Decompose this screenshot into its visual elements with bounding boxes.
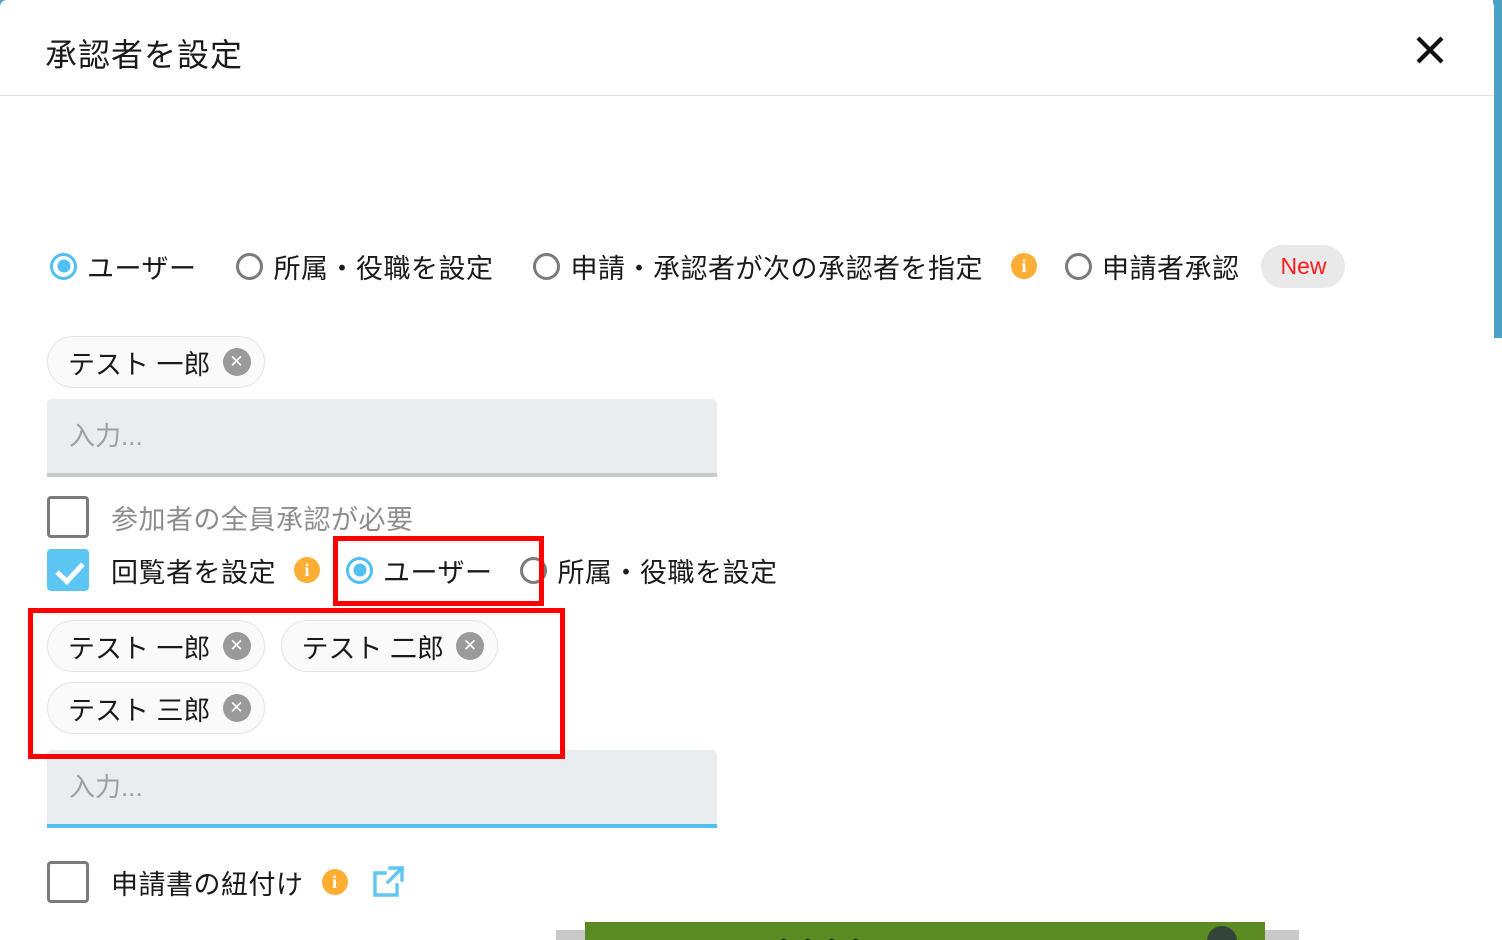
background-green-bar-text: ・・・・ [773,926,869,940]
info-icon[interactable]: i [321,869,348,895]
link-application-form-label: 申請書の紐付け [111,869,304,900]
radio-label: ユーザー [383,557,493,588]
background-gray-strip-right [1265,930,1299,940]
radio-approver-type-applicant-approval[interactable]: 申請者承認 [1064,247,1240,286]
chip-item[interactable]: テスト 一郎 ✕ [47,620,265,672]
background-gray-strip-left [556,930,586,940]
radio-label: 所属・役職を設定 [273,253,494,284]
radio-unselected-icon [533,252,561,280]
radio-label: 所属・役職を設定 [557,557,778,588]
radio-label: 申請・承認者が次の承認者を指定 [570,253,983,284]
approver-type-radio-group: ユーザー 所属・役職を設定 申請・承認者が次の承認者を指定 i 申請者承認 Ne… [50,244,1346,288]
modal-header: 承認者を設定 [0,0,1494,96]
circulator-label: 回覧者を設定 [111,557,276,588]
radio-selected-icon [346,556,373,584]
radio-unselected-icon [520,556,548,584]
chip-label: テスト 二郎 [301,633,445,664]
chip-item[interactable]: テスト 一郎 ✕ [47,336,265,388]
close-button[interactable] [1410,30,1450,70]
radio-circulator-type-user[interactable]: ユーザー [346,551,492,590]
circulator-chip-list: テスト 一郎 ✕ テスト 二郎 ✕ テスト 三郎 ✕ [47,620,557,734]
approver-search-input[interactable] [47,399,717,477]
radio-approver-type-department-role[interactable]: 所属・役職を設定 [236,247,493,286]
chip-remove-icon[interactable]: ✕ [222,694,251,722]
checkbox-unchecked-icon[interactable] [47,861,89,903]
circulator-search-input[interactable] [47,750,717,828]
chip-item[interactable]: テスト 二郎 ✕ [280,620,499,672]
radio-approver-type-user[interactable]: ユーザー [50,247,196,286]
checkbox-unchecked-icon[interactable] [47,496,89,538]
radio-label: ユーザー [87,253,197,284]
page-title: 承認者を設定 [45,37,244,73]
chip-remove-icon[interactable]: ✕ [222,632,251,660]
radio-label: 申請者承認 [1101,253,1240,284]
info-icon[interactable]: i [1010,253,1037,279]
external-link-icon[interactable] [370,864,406,900]
background-green-bar-avatar [1207,926,1237,940]
set-approver-modal: 承認者を設定 ユーザー 所属・役職を設定 申請・承認者が次の承認者を指定 i 申… [0,0,1494,912]
radio-circulator-type-department-role[interactable]: 所属・役職を設定 [520,551,777,590]
radio-selected-icon [50,252,77,280]
chip-remove-icon[interactable]: ✕ [222,348,251,376]
chip-label: テスト 三郎 [68,695,211,726]
all-participants-approval-row[interactable]: 参加者の全員承認が必要 [47,496,414,538]
circulator-type-radio-group: ユーザー 所属・役職を設定 [346,551,777,590]
chip-remove-icon[interactable]: ✕ [456,632,485,660]
link-application-form-row: 申請書の紐付け i [47,861,406,903]
background-green-bar: ・・・・ [585,922,1265,940]
checkbox-checked-icon[interactable] [47,549,89,591]
chip-label: テスト 一郎 [68,349,211,380]
circulator-row: 回覧者を設定 i ユーザー 所属・役職を設定 [47,549,777,591]
new-badge: New [1261,244,1346,288]
info-icon[interactable]: i [294,557,320,583]
approver-chip-list: テスト 一郎 ✕ [47,336,727,388]
background-blue-edge [1493,0,1502,338]
close-icon [1413,33,1447,67]
radio-approver-type-next-approver[interactable]: 申請・承認者が次の承認者を指定 [533,247,983,286]
all-participants-approval-label: 参加者の全員承認が必要 [111,504,414,535]
radio-unselected-icon [1064,252,1092,280]
chip-item[interactable]: テスト 三郎 ✕ [47,682,265,734]
chip-label: テスト 一郎 [68,633,211,664]
radio-unselected-icon [236,252,264,280]
